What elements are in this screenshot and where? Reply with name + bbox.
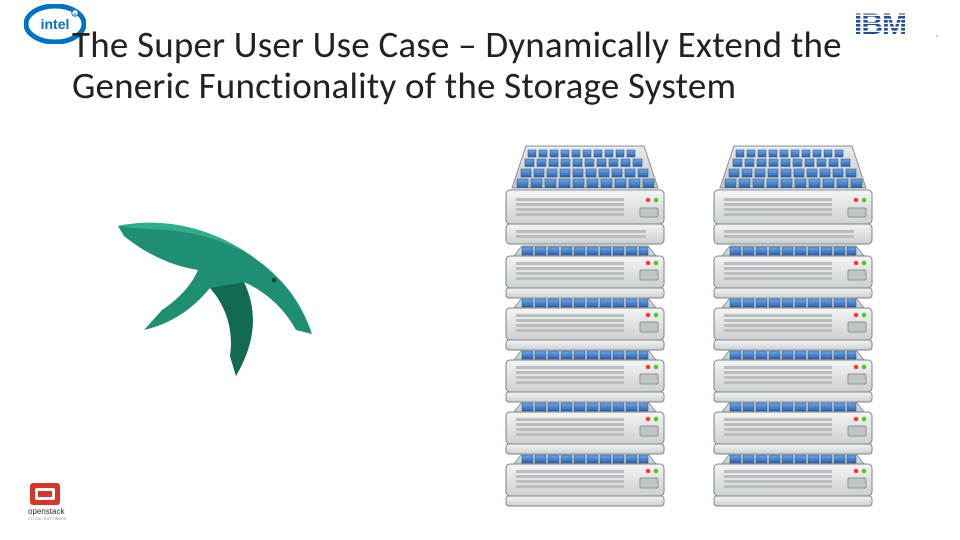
server-node [706, 140, 880, 250]
server-node [706, 400, 880, 458]
server-node [498, 348, 672, 406]
slide-title: The Super User Use Case – Dynamically Ex… [72, 24, 920, 107]
svg-text:®: ® [936, 34, 939, 40]
server-node [706, 452, 880, 510]
server-cluster [498, 140, 880, 504]
svg-text:openstack: openstack [28, 507, 65, 516]
svg-text:intel: intel [41, 16, 70, 32]
server-node [706, 348, 880, 406]
svg-text:CLOUD SOFTWARE: CLOUD SOFTWARE [28, 517, 67, 521]
server-node [706, 244, 880, 302]
server-node [498, 244, 672, 302]
server-node [498, 400, 672, 458]
server-node [498, 140, 672, 250]
server-rack [498, 140, 672, 504]
server-rack [706, 140, 880, 504]
server-node [498, 296, 672, 354]
swift-bird-icon [106, 180, 336, 405]
server-node [498, 452, 672, 510]
openstack-logo: openstack CLOUD SOFTWARE [26, 481, 86, 526]
server-node [706, 296, 880, 354]
